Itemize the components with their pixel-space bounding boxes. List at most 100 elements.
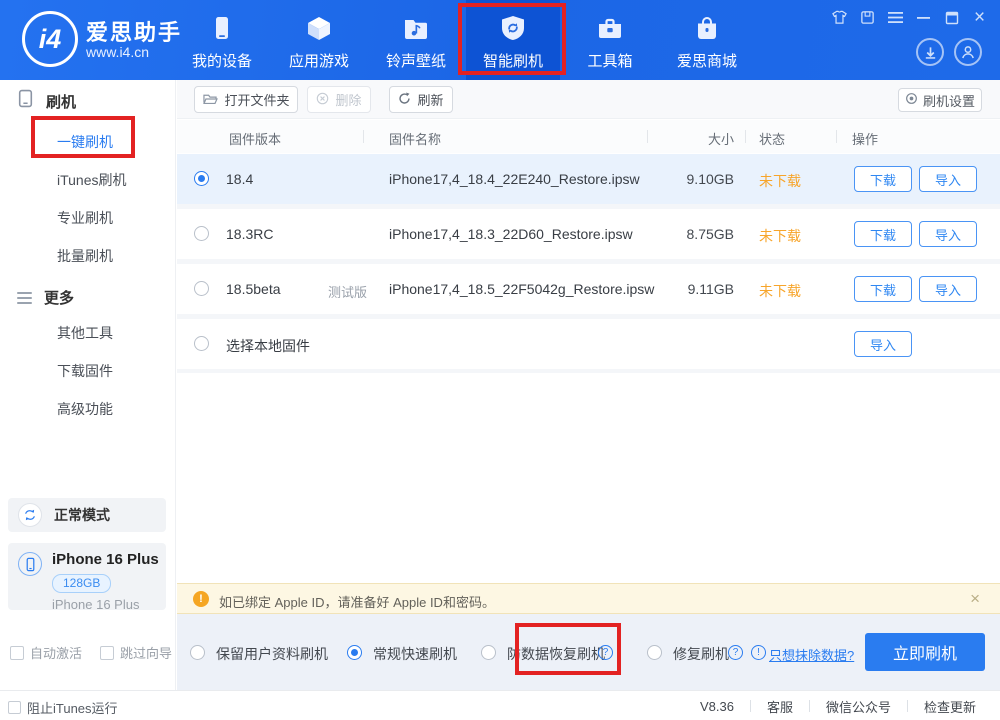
download-manager-icon[interactable] <box>916 38 944 66</box>
nav-label: 爱思商城 <box>677 50 737 71</box>
header: i4 爱思助手 www.i4.cn 我的设备 应用游戏 铃声壁纸 <box>0 0 1000 80</box>
help-icon[interactable]: ? <box>728 645 743 660</box>
device-card[interactable]: iPhone 16 Plus 128GB iPhone 16 Plus <box>8 543 166 610</box>
sidebar-item-advanced-features[interactable]: 高级功能 <box>57 399 113 419</box>
header-quick-actions <box>916 38 982 66</box>
app-version: V8.36 <box>700 699 734 714</box>
anti-recovery-flash-label[interactable]: 防数据恢复刷机 <box>507 644 605 664</box>
open-folder-button[interactable]: 打开文件夹 <box>194 86 298 113</box>
download-button[interactable]: 下载 <box>854 166 912 192</box>
nav-i4-store[interactable]: 爱思商城 <box>660 0 754 80</box>
sidebar-item-itunes-flash[interactable]: iTunes刷机 <box>57 170 127 190</box>
nav-label: 铃声壁纸 <box>386 50 446 71</box>
save-icon[interactable] <box>859 9 876 26</box>
sidebar-item-pro-flash[interactable]: 专业刷机 <box>57 208 113 228</box>
nav-label: 应用游戏 <box>289 50 349 71</box>
app-window: i4 爱思助手 www.i4.cn 我的设备 应用游戏 铃声壁纸 <box>0 0 1000 720</box>
keep-data-flash-label[interactable]: 保留用户资料刷机 <box>216 644 328 664</box>
block-itunes-checkbox[interactable]: 阻止iTunes运行 <box>8 698 118 717</box>
download-button[interactable]: 下载 <box>854 221 912 247</box>
check-update-link[interactable]: 检查更新 <box>924 697 976 716</box>
import-button[interactable]: 导入 <box>919 221 977 247</box>
local-firmware-label: 选择本地固件 <box>226 336 310 356</box>
notice-close-icon[interactable]: × <box>970 589 980 609</box>
sidebar-item-download-firmware[interactable]: 下载固件 <box>57 361 113 381</box>
sidebar-item-batch-flash[interactable]: 批量刷机 <box>57 246 113 266</box>
table-row-local-firmware[interactable]: 选择本地固件 导入 <box>177 319 1000 369</box>
device-model: iPhone 16 Plus <box>52 597 159 612</box>
refresh-button[interactable]: 刷新 <box>389 86 453 113</box>
col-actions: 操作 <box>852 129 878 148</box>
repair-flash-radio[interactable] <box>647 645 662 660</box>
auto-activate-checkbox[interactable]: 自动激活 <box>10 643 82 662</box>
firmware-version: 18.3RC <box>226 226 273 242</box>
wechat-official-link[interactable]: 微信公众号 <box>826 697 891 716</box>
flash-now-button[interactable]: 立即刷机 <box>865 633 985 671</box>
customer-service-link[interactable]: 客服 <box>767 697 793 716</box>
checkbox-box <box>8 701 21 714</box>
firmware-status: 未下载 <box>759 281 801 301</box>
delete-circle-icon <box>316 92 329 108</box>
user-account-icon[interactable] <box>954 38 982 66</box>
nav-toolbox[interactable]: 工具箱 <box>563 0 657 80</box>
anti-recovery-flash-radio[interactable] <box>481 645 496 660</box>
import-button[interactable]: 导入 <box>919 276 977 302</box>
theme-icon[interactable] <box>831 9 848 26</box>
firmware-radio[interactable] <box>194 226 209 241</box>
checkbox-box <box>100 646 114 660</box>
import-button[interactable]: 导入 <box>854 331 912 357</box>
cube-icon <box>306 13 332 43</box>
flash-settings-button[interactable]: 刷机设置 <box>898 88 982 112</box>
apple-id-notice: ! 如已绑定 Apple ID，请准备好 Apple ID和密码。 × <box>177 583 1000 614</box>
repair-flash-label[interactable]: 修复刷机 <box>673 644 729 664</box>
nav-my-devices[interactable]: 我的设备 <box>175 0 269 80</box>
nav-apps-games[interactable]: 应用游戏 <box>272 0 366 80</box>
refresh-label: 刷新 <box>417 90 443 109</box>
keep-data-flash-radio[interactable] <box>190 645 205 660</box>
help-icon[interactable]: ? <box>598 645 613 660</box>
erase-data-link[interactable]: 只想抹除数据? <box>769 645 854 664</box>
delete-button[interactable]: 删除 <box>307 86 371 113</box>
firmware-size: 8.75GB <box>657 226 734 242</box>
firmware-size: 9.11GB <box>657 281 734 297</box>
beta-tag: 测试版 <box>328 282 367 301</box>
normal-fast-flash-label[interactable]: 常规快速刷机 <box>373 644 457 664</box>
menu-icon[interactable] <box>887 9 904 26</box>
close-icon[interactable]: × <box>971 9 988 26</box>
sidebar-item-one-click-flash[interactable]: 一键刷机 <box>57 132 113 152</box>
table-row[interactable]: 18.3RC iPhone17,4_18.3_22D60_Restore.ips… <box>177 209 1000 259</box>
import-button[interactable]: 导入 <box>919 166 977 192</box>
info-icon: ! <box>751 645 766 660</box>
checkbox-label: 跳过向导 <box>120 643 172 662</box>
toolbox-icon <box>597 13 623 43</box>
sidebar-item-other-tools[interactable]: 其他工具 <box>57 323 113 343</box>
i4-logo-icon[interactable]: i4 <box>22 11 78 67</box>
download-button[interactable]: 下载 <box>854 276 912 302</box>
col-firmware-version: 固件版本 <box>229 129 281 148</box>
firmware-name: iPhone17,4_18.4_22E240_Restore.ipsw <box>389 171 640 187</box>
table-row[interactable]: 18.5beta 测试版 iPhone17,4_18.5_22F5042g_Re… <box>177 264 1000 314</box>
normal-fast-flash-radio[interactable] <box>347 645 362 660</box>
minimize-icon[interactable] <box>915 9 932 26</box>
firmware-size: 9.10GB <box>657 171 734 187</box>
gear-icon <box>905 92 918 108</box>
maximize-icon[interactable] <box>943 9 960 26</box>
device-mode-card[interactable]: 正常模式 <box>8 498 166 532</box>
section-more: 更多 <box>17 287 74 308</box>
firmware-radio[interactable] <box>194 171 209 186</box>
brand-title: 爱思助手 <box>86 15 182 47</box>
table-row[interactable]: 18.4 iPhone17,4_18.4_22E240_Restore.ipsw… <box>177 154 1000 204</box>
device-capacity-badge: 128GB <box>52 574 111 593</box>
skip-setup-checkbox[interactable]: 跳过向导 <box>100 643 172 662</box>
open-folder-label: 打开文件夹 <box>224 90 289 109</box>
firmware-radio[interactable] <box>194 336 209 351</box>
firmware-radio[interactable] <box>194 281 209 296</box>
warning-icon: ! <box>193 591 209 607</box>
block-itunes-label: 阻止iTunes运行 <box>27 698 118 717</box>
divider <box>809 700 810 712</box>
nav-ringtones-wallpapers[interactable]: 铃声壁纸 <box>369 0 463 80</box>
delete-label: 删除 <box>335 90 361 109</box>
firmware-table: 18.4 iPhone17,4_18.4_22E240_Restore.ipsw… <box>177 154 1000 373</box>
firmware-toolbar: 打开文件夹 删除 刷新 刷机设置 <box>177 80 1000 119</box>
nav-smart-flash[interactable]: 智能刷机 <box>466 0 560 80</box>
